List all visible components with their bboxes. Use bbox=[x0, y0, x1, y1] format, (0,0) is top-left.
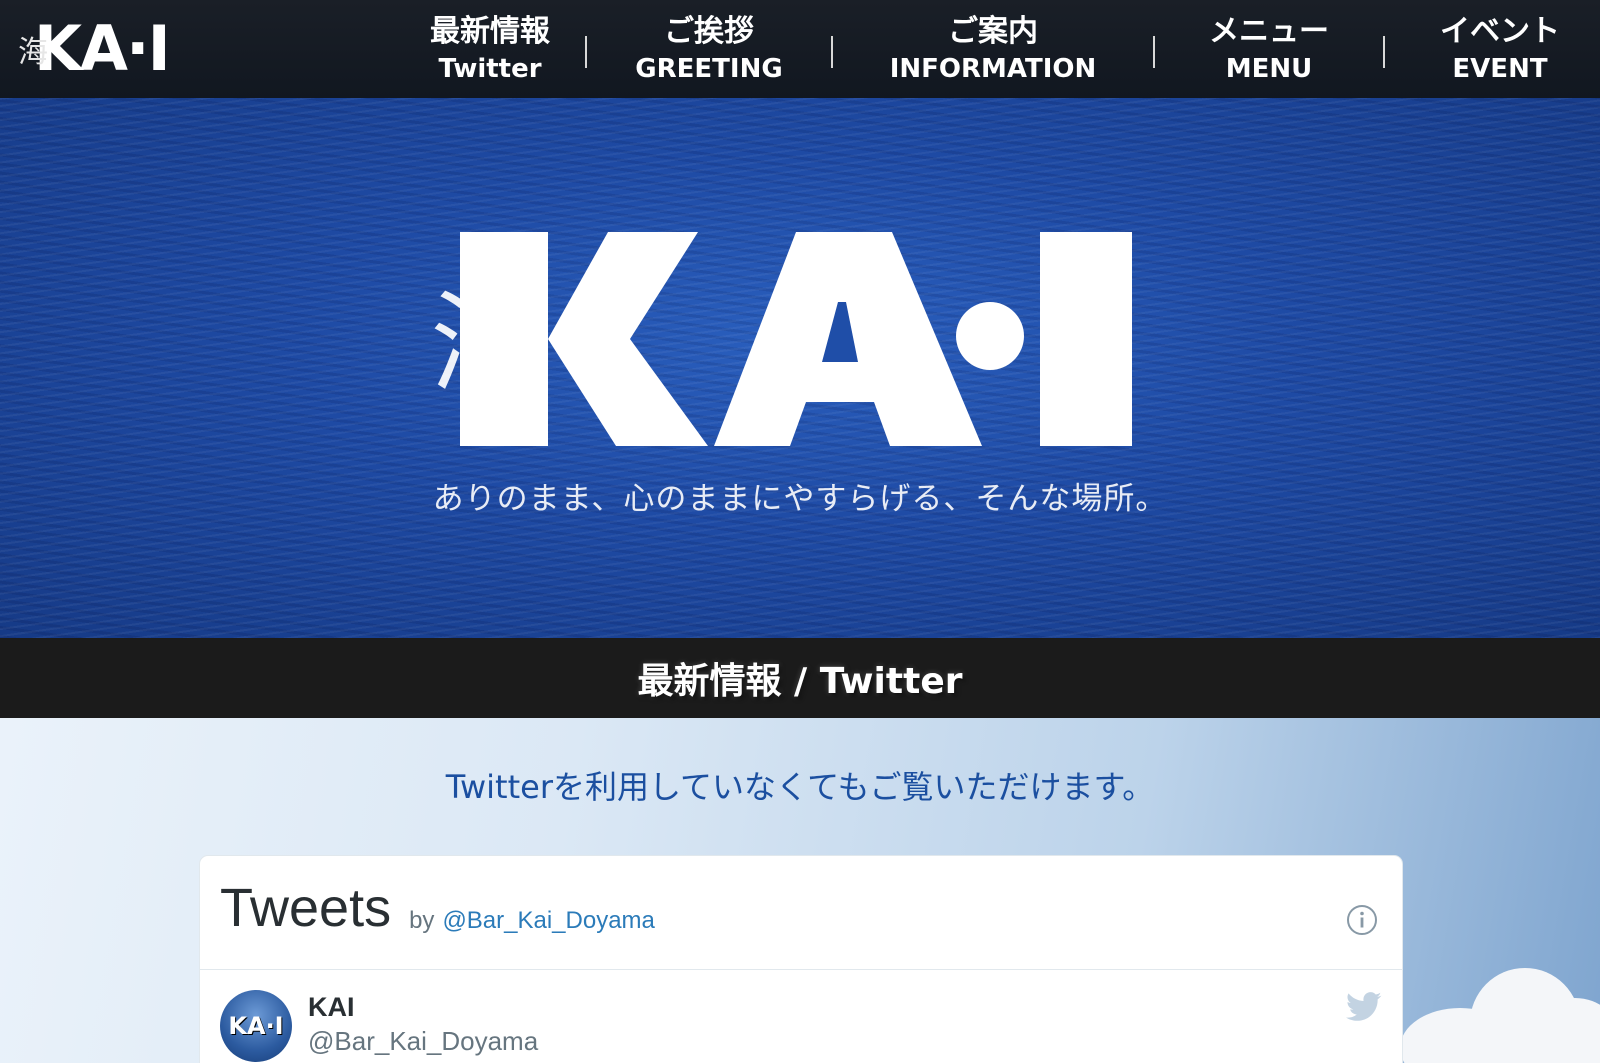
nav-item-event[interactable]: イベント EVENT bbox=[1385, 0, 1600, 98]
nav-label-jp: ご挨拶 bbox=[664, 14, 754, 49]
nav-item-information[interactable]: ご案内 INFORMATION bbox=[833, 0, 1153, 98]
twitter-timeline-widget: Tweets by @Bar_Kai_Doyama KA·I KAI @Bar_K… bbox=[200, 856, 1402, 1063]
widget-handle-link[interactable]: @Bar_Kai_Doyama bbox=[442, 907, 654, 934]
nav-label-jp: メニュー bbox=[1209, 14, 1329, 49]
main-nav: 最新情報 Twitter ご挨拶 GREETING ご案内 INFORMATIO… bbox=[395, 0, 1600, 98]
hero-logo: 海 bbox=[430, 232, 1132, 446]
tweet-author-name[interactable]: KAI bbox=[308, 990, 538, 1024]
nav-item-greeting[interactable]: ご挨拶 GREETING bbox=[587, 0, 831, 98]
info-icon[interactable] bbox=[1346, 904, 1378, 936]
nav-label-en: EVENT bbox=[1452, 54, 1548, 84]
section-title: 最新情報 / Twitter bbox=[637, 661, 963, 702]
hero-tagline: ありのまま、心のままにやすらげる、そんな場所。 bbox=[432, 481, 1168, 517]
widget-title: Tweets bbox=[220, 878, 392, 938]
tweet-author-handle[interactable]: @Bar_Kai_Doyama bbox=[308, 1024, 538, 1058]
nav-label-en: MENU bbox=[1225, 54, 1313, 84]
section-title-bar: 最新情報 / Twitter bbox=[0, 638, 1600, 718]
nav-label-en: INFORMATION bbox=[889, 54, 1097, 84]
nav-label-en: Twitter bbox=[438, 54, 542, 84]
twitter-notice: Twitterを利用していなくてもご覧いただけます。 bbox=[445, 768, 1155, 806]
widget-by-label: by bbox=[409, 907, 435, 934]
logo-kanji: 海 bbox=[18, 35, 48, 70]
hero-banner: 海 ありのまま、心のままにやすらげる、そんな場所。 bbox=[0, 98, 1600, 638]
hero-logo-mark bbox=[460, 232, 1132, 446]
nav-label-en: GREETING bbox=[635, 54, 783, 84]
nav-item-menu[interactable]: メニュー MENU bbox=[1155, 0, 1383, 98]
widget-header: Tweets by @Bar_Kai_Doyama bbox=[200, 856, 1402, 970]
avatar-logo-text: KA·I bbox=[228, 1012, 284, 1040]
site-logo[interactable]: 海 KA·I bbox=[18, 18, 208, 80]
twitter-bird-icon[interactable] bbox=[1346, 992, 1382, 1022]
tweet-item[interactable]: KA·I KAI @Bar_Kai_Doyama bbox=[200, 970, 1402, 1063]
nav-label-jp: イベント bbox=[1440, 14, 1560, 49]
nav-label-jp: 最新情報 bbox=[430, 14, 550, 49]
nav-item-twitter[interactable]: 最新情報 Twitter bbox=[395, 0, 585, 98]
logo-word: KA·I bbox=[34, 12, 171, 85]
widget-byline: by @Bar_Kai_Doyama bbox=[409, 907, 655, 935]
site-header: 海 KA·I 最新情報 Twitter ご挨拶 GREETING ご案内 INF… bbox=[0, 0, 1600, 98]
nav-label-jp: ご案内 bbox=[948, 14, 1038, 49]
tweet-user: KAI @Bar_Kai_Doyama bbox=[308, 990, 538, 1063]
avatar[interactable]: KA·I bbox=[220, 990, 292, 1062]
